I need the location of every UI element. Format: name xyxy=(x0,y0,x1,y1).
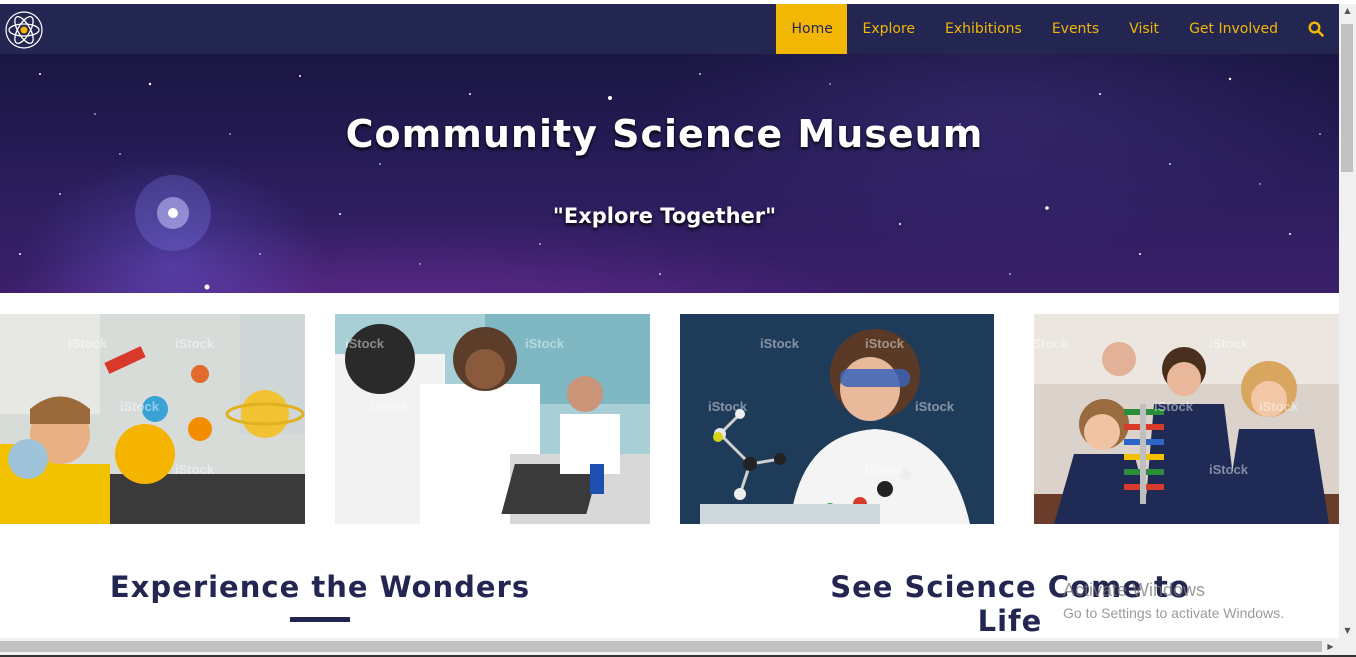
vertical-scroll-thumb[interactable] xyxy=(1341,24,1353,172)
watermark-text: iStock xyxy=(525,336,565,351)
molecule-model-photo xyxy=(680,314,994,524)
watermark-text: iStock xyxy=(865,462,905,477)
page: Home Explore Exhibitions Events Visit Ge… xyxy=(0,0,1356,657)
starfield xyxy=(19,73,1321,290)
watermark-text: iStock xyxy=(1259,399,1299,414)
nav-menu: Home Explore Exhibitions Events Visit Ge… xyxy=(776,4,1339,54)
watermark-text: iStock xyxy=(1154,399,1194,414)
watermark-text: iStock xyxy=(865,336,905,351)
activate-windows-overlay: Activate Windows Go to Settings to activ… xyxy=(1063,580,1284,621)
watermark-text: iStock xyxy=(1209,336,1249,351)
hero-banner: Community Science Museum "Explore Togeth… xyxy=(0,54,1339,293)
activate-windows-hint: Go to Settings to activate Windows. xyxy=(1063,605,1284,621)
search-icon xyxy=(1308,21,1324,37)
vertical-scrollbar[interactable]: ▲ ▼ xyxy=(1339,4,1356,638)
nav-home[interactable]: Home xyxy=(776,4,848,54)
gallery-image-solar-system[interactable]: iStock iStock iStock iStock xyxy=(0,314,305,524)
watermark-text: iStock xyxy=(455,462,495,477)
horizontal-scroll-thumb[interactable] xyxy=(0,641,1322,652)
nav-explore[interactable]: Explore xyxy=(847,4,930,54)
gallery-image-molecule-model[interactable]: iStock iStock iStock iStock iStock xyxy=(680,314,994,524)
watermark-text: iStock xyxy=(708,399,748,414)
nav-visit[interactable]: Visit xyxy=(1114,4,1174,54)
section-underline xyxy=(290,617,350,622)
gallery-image-dna-model[interactable]: iStock iStock iStock iStock iStock xyxy=(1024,314,1339,524)
watermark-text: iStock xyxy=(1209,462,1249,477)
search-button[interactable] xyxy=(1293,4,1339,54)
hero-subtitle: "Explore Together" xyxy=(552,204,777,228)
watermark-text: iStock xyxy=(175,336,215,351)
top-navbar: Home Explore Exhibitions Events Visit Ge… xyxy=(0,4,1339,54)
watermark-text: iStock xyxy=(175,462,215,477)
atom-icon[interactable] xyxy=(5,11,43,49)
watermark-text: iStock xyxy=(760,336,800,351)
watermark-text: iStock xyxy=(120,399,160,414)
dna-model-photo xyxy=(1024,314,1339,524)
watermark-text: iStock xyxy=(68,336,108,351)
watermark-text: iStock xyxy=(370,399,410,414)
nav-exhibitions[interactable]: Exhibitions xyxy=(930,4,1037,54)
section-title-experience: Experience the Wonders xyxy=(109,570,531,604)
solar-system-photo xyxy=(0,314,305,524)
watermark-text: iStock xyxy=(345,336,385,351)
scroll-up-arrow-icon[interactable]: ▲ xyxy=(1339,4,1356,18)
horizontal-scrollbar[interactable]: ▶ xyxy=(0,638,1356,655)
gallery-image-lab-students[interactable]: iStock iStock iStock iStock xyxy=(335,314,650,524)
nav-events[interactable]: Events xyxy=(1037,4,1114,54)
activate-windows-title: Activate Windows xyxy=(1063,580,1206,600)
watermark-text: iStock xyxy=(1029,336,1069,351)
hero-title: Community Science Museum xyxy=(345,112,984,156)
scroll-down-arrow-icon[interactable]: ▼ xyxy=(1339,624,1356,638)
watermark-text: iStock xyxy=(915,399,955,414)
scroll-right-arrow-icon[interactable]: ▶ xyxy=(1322,638,1339,655)
nav-get-involved[interactable]: Get Involved xyxy=(1174,4,1293,54)
